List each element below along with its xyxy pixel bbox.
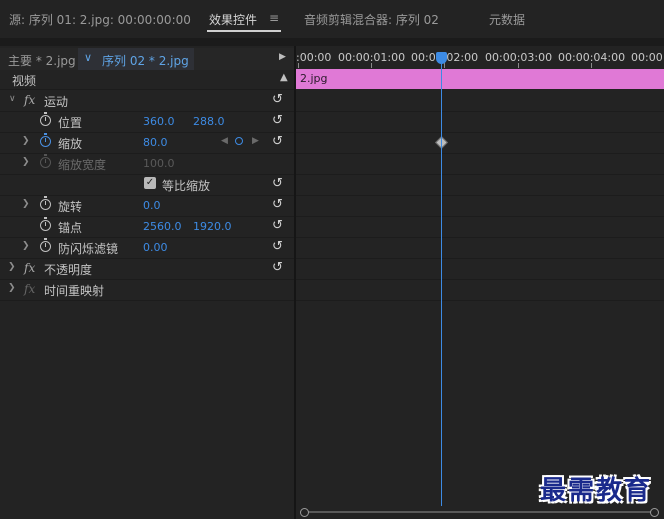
master-clip-label[interactable]: 主要 * 2.jpg [8,52,76,69]
position-label: 位置 [58,116,83,130]
rotation-label: 旋转 [58,200,83,214]
timeline-row [296,279,664,301]
stopwatch-icon[interactable] [40,238,51,252]
anchor-label: 锚点 [58,221,83,235]
effect-timeline[interactable]: :00:00 00:00:01:00 00:00:02:00 00:00:03:… [296,46,664,519]
panel-menu-icon[interactable]: ≡ [269,11,279,25]
clip-bar-label: 2.jpg [300,72,328,85]
reset-icon[interactable]: ↺ [272,134,283,149]
timeline-row [296,216,664,238]
opacity-effect-row[interactable]: ❯ fx 不透明度 ↺ [0,258,294,280]
chevron-down-icon[interactable]: ∨ [84,51,92,64]
rotation-row: ❯ 旋转 0.0 ↺ [0,195,294,217]
rotation-value[interactable]: 0.0 [143,199,161,212]
scrollbar-right-handle[interactable] [650,508,659,517]
playhead-handle[interactable] [436,52,447,64]
tab-effect-controls[interactable]: 效果控件 [209,11,257,28]
stopwatch-icon[interactable] [40,217,51,231]
tab-source[interactable]: 源: 序列 01: 2.jpg: 00:00:00:00 [9,11,191,28]
scale-width-row: ❯ 缩放宽度 100.0 [0,153,294,175]
expand-chevron-icon[interactable]: ❯ [22,136,30,146]
video-section-label: 视频 [12,74,37,88]
collapse-triangle-icon[interactable]: ▲ [280,72,288,83]
timeline-row [296,174,664,196]
opacity-label: 不透明度 [44,263,93,277]
panel-tab-bar: 源: 序列 01: 2.jpg: 00:00:00:00 效果控件 ≡ 音频剪辑… [0,0,664,38]
timeline-row [296,111,664,133]
position-row: 位置 360.0 288.0 ↺ [0,111,294,133]
sequence-clip-label: 序列 02 * 2.jpg [102,54,189,68]
anti-flicker-value[interactable]: 0.00 [143,241,168,254]
expand-chevron-icon[interactable]: ❯ [8,283,16,293]
scale-row: ❯ 缩放 80.0 ◀ ▶ ↺ [0,132,294,154]
uniform-scale-checkbox[interactable]: ✓ [144,177,156,189]
expand-chevron-icon[interactable]: ❯ [8,262,16,272]
previous-keyframe-icon[interactable]: ◀ [221,136,228,146]
sequence-clip-tab[interactable]: ∨ 序列 02 * 2.jpg [78,48,194,70]
uniform-scale-row: ✓ 等比缩放 ↺ [0,174,294,196]
effect-controls-panel: 主要 * 2.jpg ∨ 序列 02 * 2.jpg ▶ 视频 ▲ ∨ fx 运… [0,46,294,519]
timeline-row [296,153,664,175]
timeline-zoom-scrollbar[interactable] [300,508,660,517]
fx-toggle-icon: fx [24,282,36,296]
time-remap-effect-row[interactable]: ❯ fx 时间重映射 [0,279,294,301]
stopwatch-icon[interactable] [40,133,51,147]
uniform-scale-label: 等比缩放 [162,179,211,193]
stopwatch-icon [40,154,51,168]
stopwatch-icon[interactable] [40,112,51,126]
tab-separator [0,38,664,46]
active-tab-indicator [207,30,281,32]
expand-chevron-icon[interactable]: ❯ [22,157,30,167]
time-ruler[interactable]: :00:00 00:00:01:00 00:00:02:00 00:00:03:… [296,46,664,68]
scale-label: 缩放 [58,137,83,151]
reset-icon[interactable]: ↺ [272,239,283,254]
motion-label: 运动 [44,95,69,109]
position-y-value[interactable]: 288.0 [193,115,225,128]
tick-label: 00:00 [631,51,663,64]
play-triangle-icon[interactable]: ▶ [279,52,286,62]
playhead-line[interactable] [441,56,442,506]
scale-width-label: 缩放宽度 [58,158,107,172]
timeline-row [296,90,664,112]
motion-effect-row[interactable]: ∨ fx 运动 ↺ [0,90,294,112]
timeline-row [296,237,664,259]
reset-icon[interactable]: ↺ [272,260,283,275]
tab-metadata[interactable]: 元数据 [489,11,525,28]
add-keyframe-icon[interactable] [235,137,243,145]
tab-audio-clip-mixer[interactable]: 音频剪辑混合器: 序列 02 [304,11,439,28]
stopwatch-icon[interactable] [40,196,51,210]
fx-toggle-icon[interactable]: fx [24,93,35,107]
video-section-header: 视频 ▲ [0,70,294,90]
anti-flicker-label: 防闪烁滤镜 [58,242,119,256]
anchor-row: 锚点 2560.0 1920.0 ↺ [0,216,294,238]
anti-flicker-row: ❯ 防闪烁滤镜 0.00 ↺ [0,237,294,259]
anchor-x-value[interactable]: 2560.0 [143,220,182,233]
timeline-row [296,258,664,280]
clip-header: 主要 * 2.jpg ∨ 序列 02 * 2.jpg ▶ [0,48,294,70]
tick-label: :00:00 [296,51,332,64]
anchor-y-value[interactable]: 1920.0 [193,220,232,233]
watermark-logo: 最需教育 [540,476,653,506]
position-x-value[interactable]: 360.0 [143,115,175,128]
scale-value[interactable]: 80.0 [143,136,168,149]
clip-bar[interactable]: 2.jpg [296,69,664,89]
fx-toggle-icon[interactable]: fx [24,261,35,275]
reset-icon[interactable]: ↺ [272,176,283,191]
time-remap-label: 时间重映射 [44,284,105,298]
scale-width-value: 100.0 [143,157,175,170]
timeline-row [296,132,664,154]
expand-chevron-icon[interactable]: ❯ [22,241,30,251]
timeline-row [296,195,664,217]
scrollbar-left-handle[interactable] [300,508,309,517]
reset-icon[interactable]: ↺ [272,113,283,128]
reset-icon[interactable]: ↺ [272,92,283,107]
next-keyframe-icon[interactable]: ▶ [252,136,259,146]
reset-icon[interactable]: ↺ [272,197,283,212]
expand-chevron-icon[interactable]: ∨ [9,94,16,104]
expand-chevron-icon[interactable]: ❯ [22,199,30,209]
scrollbar-track[interactable] [304,511,656,513]
reset-icon[interactable]: ↺ [272,218,283,233]
